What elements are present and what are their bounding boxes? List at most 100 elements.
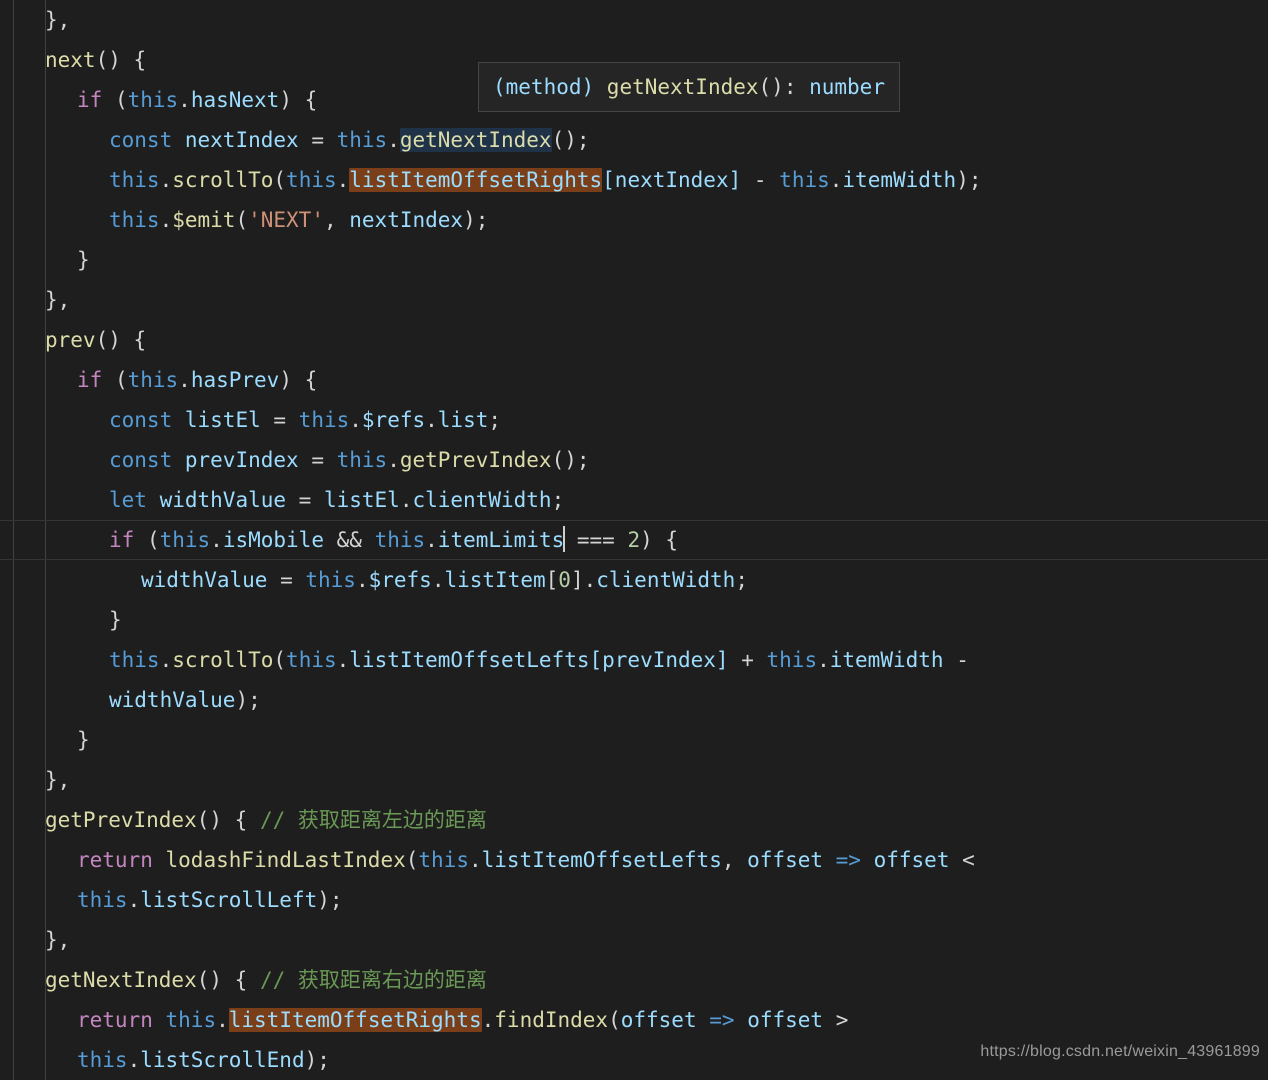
hovered-method-token[interactable]: getNextIndex — [399, 128, 552, 152]
code-token: this — [336, 128, 388, 152]
tooltip-kind-label: (method) — [493, 75, 607, 99]
code-token: ); — [463, 208, 489, 232]
code-line[interactable]: const nextIndex = this.getNextIndex(); — [0, 120, 1268, 160]
code-token: ); — [956, 168, 982, 192]
code-line[interactable]: const prevIndex = this.getPrevIndex(); — [0, 440, 1268, 480]
code-line[interactable]: }, — [0, 280, 1268, 320]
code-token: ( — [405, 848, 419, 872]
code-token: scrollTo — [172, 648, 274, 672]
code-token: . — [387, 448, 400, 472]
code-token: } — [109, 608, 122, 632]
code-token: prev — [45, 328, 96, 352]
code-token: listScrollEnd — [140, 1048, 305, 1072]
code-line[interactable]: } — [0, 720, 1268, 760]
code-token: . — [349, 408, 362, 432]
code-token: && — [323, 528, 375, 552]
code-line[interactable]: }, — [0, 920, 1268, 960]
code-token: . — [468, 848, 482, 872]
code-line-wrapped[interactable]: widthValue); — [0, 680, 1268, 720]
code-token: this — [298, 408, 350, 432]
code-token: . — [210, 528, 223, 552]
code-token: = — [267, 568, 306, 592]
search-match-token[interactable]: listItemOffsetRights — [349, 168, 603, 192]
code-token: - — [943, 648, 969, 672]
code-token: clientWidth — [596, 568, 736, 592]
code-token: if — [77, 88, 103, 112]
code-token: listItemOffsetLefts — [349, 648, 590, 672]
code-token: const — [109, 448, 173, 472]
code-token: this — [165, 1008, 217, 1032]
code-line[interactable]: this.$emit('NEXT', nextIndex); — [0, 200, 1268, 240]
code-token: 0 — [558, 568, 571, 592]
code-line[interactable]: return lodashFindLastIndex(this.listItem… — [0, 840, 1268, 880]
code-line[interactable]: }, — [0, 760, 1268, 800]
code-token: this — [127, 368, 179, 392]
code-token: . — [399, 488, 413, 512]
code-token: } — [77, 248, 90, 272]
code-line[interactable]: } — [0, 240, 1268, 280]
code-token: . — [817, 648, 830, 672]
code-token: const — [109, 408, 173, 432]
arrow-token: => — [709, 1008, 735, 1032]
code-token: ( — [134, 528, 160, 552]
code-token: + — [728, 648, 767, 672]
code-token: scrollTo — [172, 168, 274, 192]
code-token: nextIndex — [349, 208, 464, 232]
code-token: - — [741, 168, 780, 192]
code-line-wrapped[interactable]: this.listScrollLeft); — [0, 880, 1268, 920]
code-token: offset — [747, 848, 823, 872]
code-token: , — [721, 848, 748, 872]
code-line[interactable]: } — [0, 600, 1268, 640]
code-token: getNextIndex — [45, 968, 197, 992]
code-token: [ — [545, 568, 559, 592]
code-line[interactable]: let widthValue = listEl.clientWidth; — [0, 480, 1268, 520]
code-token: this — [305, 568, 356, 592]
code-line[interactable]: this.scrollTo(this.listItemOffsetRights[… — [0, 160, 1268, 200]
code-token: if — [77, 368, 103, 392]
code-token: listItem — [444, 568, 546, 592]
code-token: . — [159, 168, 173, 192]
code-token: widthValue — [109, 688, 236, 712]
code-line[interactable]: if (this.hasPrev) { — [0, 360, 1268, 400]
code-token: . — [425, 408, 438, 432]
code-line[interactable]: prev() { — [0, 320, 1268, 360]
code-line[interactable]: getNextIndex() { // 获取距离右边的距离 — [0, 960, 1268, 1000]
code-token: . — [431, 568, 445, 592]
code-line[interactable]: }, — [0, 0, 1268, 40]
code-lines[interactable]: }, next() { if (this.hasNext) { const ne… — [0, 0, 1268, 1080]
search-match-token[interactable]: listItemOffsetRights — [228, 1008, 482, 1032]
code-token: () { — [95, 48, 147, 72]
code-token: listEl — [184, 408, 261, 432]
code-token: $refs — [368, 568, 432, 592]
code-editor[interactable]: }, next() { if (this.hasNext) { const ne… — [0, 0, 1268, 1080]
code-token: () { — [196, 808, 260, 832]
code-token: this — [766, 648, 818, 672]
code-line[interactable]: this.scrollTo(this.listItemOffsetLefts[p… — [0, 640, 1268, 680]
code-token: this — [286, 648, 337, 672]
code-token: = — [260, 408, 299, 432]
code-line[interactable]: const listEl = this.$refs.list; — [0, 400, 1268, 440]
code-token: listScrollLeft — [140, 888, 318, 912]
code-token: 2 — [627, 528, 641, 552]
code-token: . — [178, 368, 191, 392]
code-line[interactable]: getPrevIndex() { // 获取距离左边的距离 — [0, 800, 1268, 840]
code-token: nextIndex — [184, 128, 299, 152]
code-token: . — [178, 88, 191, 112]
code-token: itemLimits — [437, 528, 565, 552]
code-token: if — [109, 528, 135, 552]
code-token: ; — [551, 488, 565, 512]
code-line[interactable]: widthValue = this.$refs.listItem[0].clie… — [0, 560, 1268, 600]
code-token: ]. — [570, 568, 597, 592]
code-token: [nextIndex] — [602, 168, 742, 192]
code-token: itemWidth — [842, 168, 957, 192]
code-token: this — [77, 888, 128, 912]
code-token: this — [779, 168, 830, 192]
code-token: > — [823, 1008, 849, 1032]
code-token: getPrevIndex — [45, 808, 197, 832]
current-code-line[interactable]: if (this.isMobile && this.itemLimits ===… — [0, 520, 1268, 560]
